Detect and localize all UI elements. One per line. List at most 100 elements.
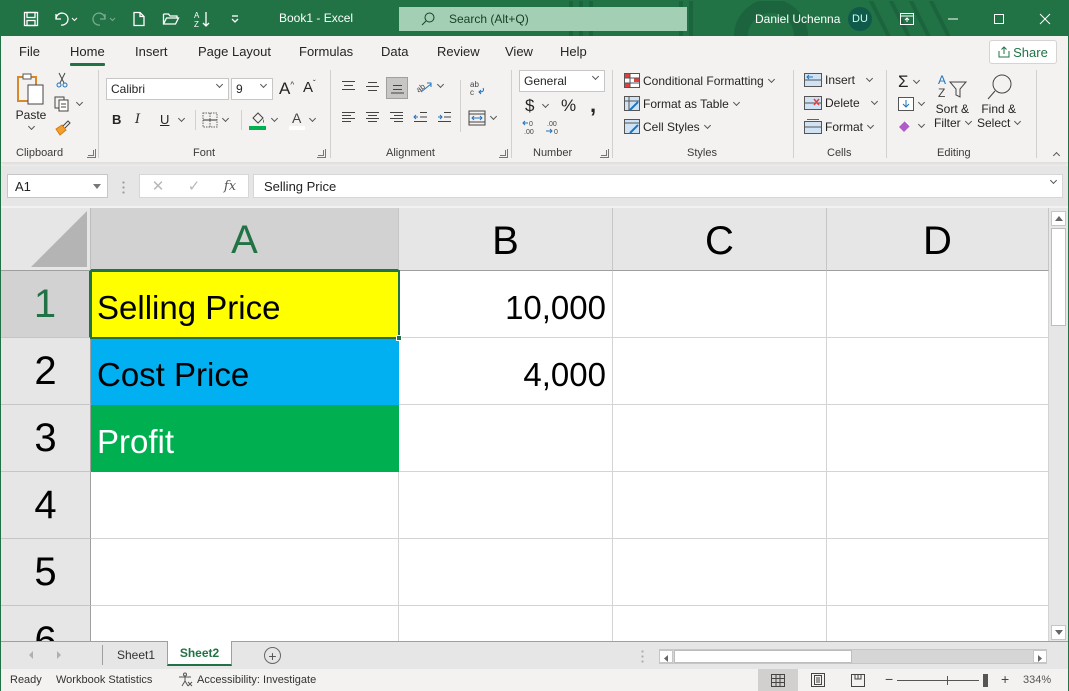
user-name[interactable]: Daniel Uchenna <box>755 12 840 26</box>
align-left-button[interactable] <box>341 111 356 123</box>
cell-b4[interactable] <box>399 472 613 539</box>
search-box[interactable]: Search (Alt+Q) <box>399 7 687 31</box>
prev-sheet-icon[interactable] <box>29 651 33 659</box>
cell-d1[interactable] <box>827 271 1049 338</box>
cut-button[interactable] <box>54 72 70 88</box>
align-middle-button[interactable] <box>365 80 380 92</box>
sheet-tab-sheet2[interactable]: Sheet2 <box>167 641 232 666</box>
insert-function-icon[interactable]: fx <box>212 179 248 194</box>
cell-d5[interactable] <box>827 539 1049 606</box>
workbook-statistics-button[interactable]: Workbook Statistics <box>56 674 152 686</box>
insert-cells-button[interactable]: Insert <box>804 73 874 87</box>
bold-button[interactable]: B <box>112 112 121 127</box>
page-break-preview-button[interactable] <box>838 669 878 691</box>
clipboard-launcher-icon[interactable] <box>87 149 96 158</box>
formula-input[interactable]: Selling Price <box>253 174 1063 198</box>
cancel-icon[interactable]: ✕ <box>140 177 176 195</box>
increase-indent-button[interactable] <box>437 111 452 123</box>
cell-d3[interactable] <box>827 405 1049 472</box>
row-header-2[interactable]: 2 <box>1 338 91 405</box>
fill-button[interactable] <box>898 97 926 111</box>
align-top-button[interactable] <box>341 80 356 92</box>
select-all-button[interactable] <box>1 208 91 271</box>
zoom-level[interactable]: 334% <box>1023 674 1051 686</box>
decrease-decimal-button[interactable]: .00 0 <box>545 119 563 135</box>
normal-view-button[interactable] <box>758 669 798 691</box>
cell-b5[interactable] <box>399 539 613 606</box>
column-header-a[interactable]: A <box>91 208 399 271</box>
cell-c4[interactable] <box>613 472 827 539</box>
cell-c1[interactable] <box>613 271 827 338</box>
borders-button[interactable] <box>202 112 230 128</box>
scroll-left-button[interactable] <box>659 650 673 663</box>
increase-decimal-button[interactable]: 0.00 <box>522 119 540 135</box>
tab-formulas[interactable]: Formulas <box>299 44 353 59</box>
cell-c3[interactable] <box>613 405 827 472</box>
tab-view[interactable]: View <box>505 44 533 59</box>
next-sheet-icon[interactable] <box>57 651 61 659</box>
row-header-4[interactable]: 4 <box>1 472 91 539</box>
cell-b1[interactable]: 10,000 <box>399 271 613 338</box>
expand-formula-bar-icon[interactable] <box>1049 176 1058 185</box>
format-painter-button[interactable] <box>54 120 72 136</box>
vertical-scroll-thumb[interactable] <box>1051 228 1066 326</box>
column-header-d[interactable]: D <box>827 208 1049 271</box>
cell-a3[interactable]: Profit <box>91 405 399 472</box>
collapse-ribbon-button[interactable] <box>1049 150 1061 160</box>
enter-icon[interactable]: ✓ <box>176 177 212 195</box>
number-launcher-icon[interactable] <box>600 149 609 158</box>
cell-b2[interactable]: 4,000 <box>399 338 613 405</box>
minimize-button[interactable] <box>930 1 976 36</box>
tab-help[interactable]: Help <box>560 44 587 59</box>
accessibility-button[interactable]: Accessibility: Investigate <box>178 672 316 687</box>
add-sheet-button[interactable]: + <box>264 647 281 664</box>
underline-button[interactable]: U <box>160 112 186 127</box>
zoom-in-button[interactable]: + <box>1001 671 1009 687</box>
decrease-indent-button[interactable] <box>413 111 428 123</box>
tab-insert[interactable]: Insert <box>135 44 168 59</box>
cell-a4[interactable] <box>91 472 399 539</box>
cell-styles-button[interactable]: Cell Styles <box>624 119 711 134</box>
open-file-button[interactable] <box>159 9 183 29</box>
autosum-button[interactable]: Σ <box>898 72 920 92</box>
scroll-up-button[interactable] <box>1051 211 1066 226</box>
wrap-text-button[interactable]: ab c <box>470 79 486 97</box>
format-as-table-button[interactable]: Format as Table <box>624 96 740 111</box>
cell-a5[interactable] <box>91 539 399 606</box>
close-button[interactable] <box>1022 1 1068 36</box>
column-header-c[interactable]: C <box>613 208 827 271</box>
cell-d4[interactable] <box>827 472 1049 539</box>
tab-file[interactable]: File <box>19 44 40 59</box>
row-header-1[interactable]: 1 <box>1 271 91 338</box>
zoom-slider-thumb[interactable] <box>983 674 988 687</box>
cell-c6[interactable] <box>613 606 827 641</box>
undo-button[interactable] <box>51 9 81 29</box>
fill-color-button[interactable] <box>249 110 279 130</box>
row-header-5[interactable]: 5 <box>1 539 91 606</box>
increase-font-size-button[interactable]: A^ <box>279 79 294 99</box>
number-format-select[interactable]: General <box>519 70 605 92</box>
save-button[interactable] <box>19 9 43 29</box>
font-name-select[interactable]: Calibri <box>106 78 229 100</box>
font-launcher-icon[interactable] <box>317 149 326 158</box>
cell-a2[interactable]: Cost Price <box>91 338 399 405</box>
new-file-button[interactable] <box>127 9 151 29</box>
customize-toolbar-button[interactable] <box>223 9 247 29</box>
scroll-down-button[interactable] <box>1051 625 1066 640</box>
paste-button[interactable]: Paste <box>15 72 47 131</box>
zoom-slider-track[interactable] <box>897 680 979 681</box>
tab-data[interactable]: Data <box>381 44 408 59</box>
conditional-formatting-button[interactable]: Conditional Formatting <box>624 73 775 88</box>
align-center-button[interactable] <box>365 111 380 123</box>
percent-style-button[interactable]: % <box>561 96 576 116</box>
redo-button[interactable] <box>89 9 119 29</box>
tab-home[interactable]: Home <box>70 44 105 66</box>
row-header-6[interactable]: 6 <box>1 606 91 641</box>
cell-b6[interactable] <box>399 606 613 641</box>
align-bottom-button[interactable] <box>386 77 408 99</box>
accounting-format-button[interactable]: $ <box>525 96 550 116</box>
tab-page-layout[interactable]: Page Layout <box>198 44 271 59</box>
clear-button[interactable] <box>898 119 926 133</box>
ribbon-display-options-button[interactable] <box>884 1 930 36</box>
copy-button[interactable] <box>54 96 84 112</box>
